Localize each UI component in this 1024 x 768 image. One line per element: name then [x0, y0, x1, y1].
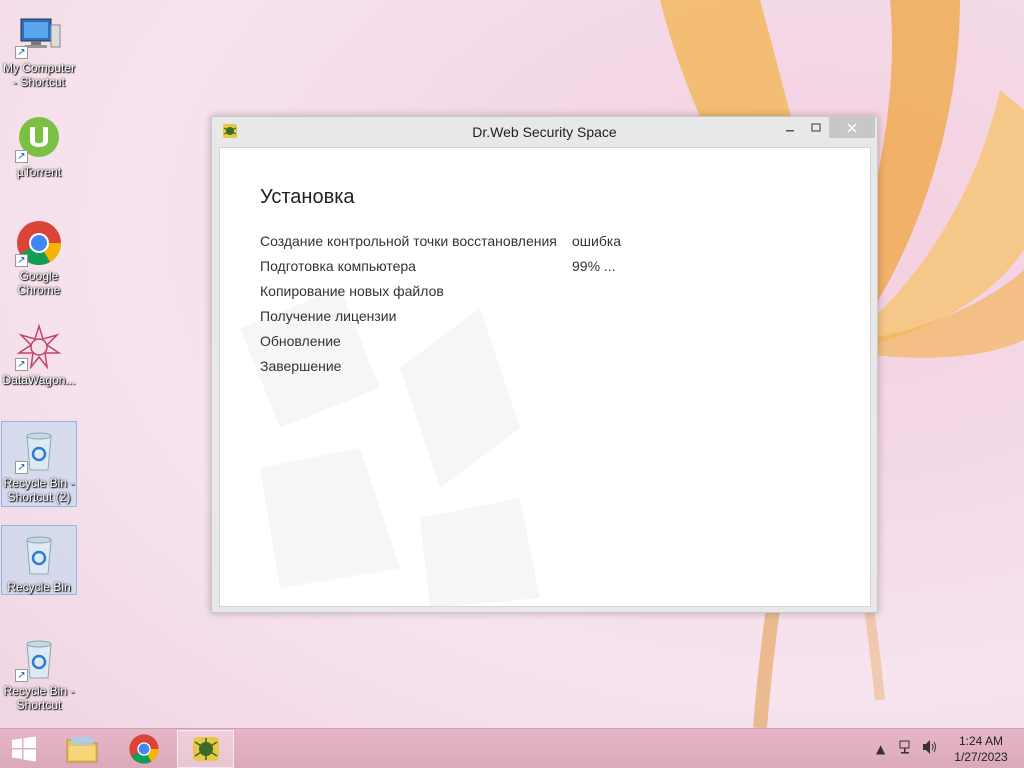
start-button[interactable] — [0, 730, 48, 768]
shortcut-arrow-icon: ↗ — [15, 150, 28, 163]
recycle-bin-icon: ↗ — [15, 634, 63, 682]
install-step: Создание контрольной точки восстановлени… — [260, 233, 820, 258]
desktop-icon-label: Recycle Bin - Shortcut (2) — [3, 476, 75, 504]
desktop-icon-label: Google Chrome — [17, 269, 61, 297]
install-step: Завершение — [260, 358, 820, 383]
chrome-icon — [129, 734, 159, 764]
network-icon[interactable] — [898, 739, 914, 758]
install-step: Копирование новых файлов — [260, 283, 820, 308]
shortcut-arrow-icon: ↗ — [15, 669, 28, 682]
taskbar-clock[interactable]: 1:24 AM 1/27/2023 — [946, 733, 1016, 765]
clock-time: 1:24 AM — [958, 734, 1004, 748]
step-status: ошибка — [572, 233, 622, 249]
desktop-icon-label: Recycle Bin - Shortcut — [3, 684, 75, 712]
datawagon-icon: ↗ — [15, 323, 63, 371]
taskbar-google-chrome[interactable] — [118, 730, 170, 768]
folder-icon — [66, 737, 98, 763]
desktop-icon-recycle-bin-shortcut[interactable]: ↗ Recycle Bin - Shortcut — [1, 629, 77, 715]
desktop-icon-label: DataWagon... — [2, 373, 76, 387]
minimize-icon — [786, 129, 794, 131]
show-hidden-icons-button[interactable]: ▲ — [876, 742, 885, 756]
installer-content: Установка Создание контрольной точки вос… — [219, 147, 871, 607]
shortcut-arrow-icon: ↗ — [15, 46, 28, 59]
desktop-icon-datawagon[interactable]: ↗ DataWagon... — [1, 318, 77, 404]
recycle-bin-icon — [15, 530, 63, 578]
step-name: Создание контрольной точки восстановлени… — [260, 233, 557, 249]
maximize-icon — [811, 122, 821, 132]
step-name: Подготовка компьютера — [260, 258, 416, 274]
desktop-icon-utorrent[interactable]: ↗ µTorrent — [1, 110, 77, 196]
desktop-icon-google-chrome[interactable]: ↗ Google Chrome — [1, 214, 77, 300]
utorrent-icon: ↗ — [15, 115, 63, 163]
taskbar-drweb[interactable] — [177, 730, 234, 768]
shortcut-arrow-icon: ↗ — [15, 254, 28, 267]
install-step: Обновление — [260, 333, 820, 358]
computer-icon: ↗ — [15, 11, 63, 59]
desktop-icon-label: µTorrent — [16, 165, 62, 179]
step-name: Получение лицензии — [260, 308, 397, 324]
install-step: Получение лицензии — [260, 308, 820, 333]
step-status: 99% ... — [572, 258, 616, 274]
desktop-icon-label: Recycle Bin — [7, 580, 71, 594]
taskbar: ▲ 1:24 AM 1/27/2023 — [0, 728, 1024, 768]
clock-date: 1/27/2023 — [954, 750, 1008, 764]
install-steps-list: Создание контрольной точки восстановлени… — [260, 233, 820, 383]
close-button[interactable] — [829, 117, 875, 138]
desktop-icon-recycle-bin-shortcut-2[interactable]: ↗ Recycle Bin - Shortcut (2) — [1, 421, 77, 507]
step-name: Копирование новых файлов — [260, 283, 444, 299]
close-icon — [847, 122, 857, 133]
desktop-icon-recycle-bin[interactable]: Recycle Bin — [1, 525, 77, 595]
step-name: Завершение — [260, 358, 342, 374]
desktop-icon-label: My Computer - Shortcut — [2, 61, 76, 89]
install-step: Подготовка компьютера 99% ... — [260, 258, 820, 283]
desktop-icon-my-computer[interactable]: ↗ My Computer - Shortcut — [1, 6, 77, 92]
shortcut-arrow-icon: ↗ — [15, 358, 28, 371]
recycle-bin-icon: ↗ — [15, 426, 63, 474]
drweb-installer-window: Dr.Web Security Space Установка Создание… — [211, 116, 878, 613]
windows-logo-icon — [12, 736, 36, 762]
shortcut-arrow-icon: ↗ — [15, 461, 28, 474]
install-heading: Установка — [260, 186, 355, 208]
maximize-button[interactable] — [803, 117, 829, 138]
step-name: Обновление — [260, 333, 341, 349]
minimize-button[interactable] — [777, 117, 803, 138]
window-titlebar[interactable]: Dr.Web Security Space — [212, 117, 877, 147]
chrome-icon: ↗ — [15, 219, 63, 267]
volume-icon[interactable] — [921, 739, 939, 758]
drweb-spider-icon — [192, 737, 219, 761]
taskbar-file-explorer[interactable] — [56, 730, 108, 768]
